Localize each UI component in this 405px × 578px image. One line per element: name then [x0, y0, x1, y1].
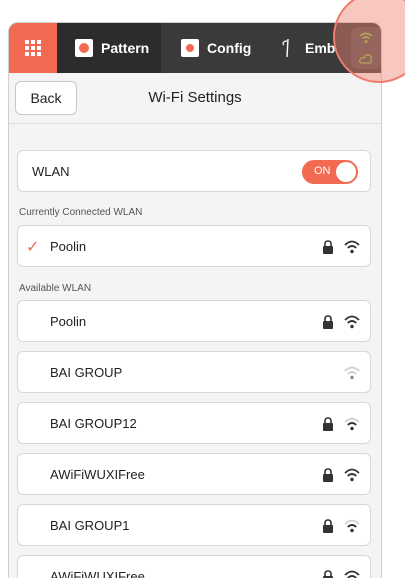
network-row[interactable]: BAI GROUP1 — [17, 504, 371, 546]
checkmark-icon: ✓ — [26, 237, 39, 257]
network-row[interactable]: BAI GROUP — [17, 351, 371, 393]
top-tab-bar: Pattern Config Emb — [9, 23, 381, 73]
page-header: Back Wi-Fi Settings — [9, 73, 381, 124]
home-tab[interactable] — [9, 23, 57, 73]
tab-pattern[interactable]: Pattern — [57, 23, 161, 73]
toggle-knob — [336, 162, 356, 182]
wlan-toggle[interactable]: ON — [302, 160, 358, 184]
wifi-strong-icon — [344, 467, 360, 483]
network-name: Poolin — [50, 314, 86, 329]
tab-config[interactable]: Config — [161, 23, 265, 73]
network-name: Poolin — [50, 239, 86, 254]
network-name: BAI GROUP — [50, 365, 122, 380]
lock-icon — [322, 315, 334, 329]
network-row[interactable]: AWiFiWUXIFree — [17, 555, 371, 578]
network-row[interactable]: BAI GROUP12 — [17, 402, 371, 444]
network-name: BAI GROUP12 — [50, 416, 137, 431]
wifi-medium-icon — [344, 518, 360, 534]
tab-emb-label: Emb — [305, 40, 335, 56]
wifi-strong-icon — [344, 314, 360, 330]
wifi-weak-icon — [344, 365, 360, 381]
wlan-label: WLAN — [32, 164, 70, 179]
network-row[interactable]: Poolin — [17, 300, 371, 342]
grid-icon — [25, 40, 41, 56]
status-highlight-circle — [333, 0, 405, 95]
back-button[interactable]: Back — [15, 81, 77, 115]
wifi-settings-list: WLAN ON Currently Connected WLAN ✓ Pooli… — [9, 124, 381, 578]
wifi-strong-icon — [344, 239, 360, 255]
connected-network-row[interactable]: ✓ Poolin — [17, 225, 371, 267]
network-row[interactable]: AWiFiWUXIFree — [17, 453, 371, 495]
wlan-row: WLAN ON — [17, 150, 371, 192]
config-icon — [181, 39, 199, 57]
lock-icon — [322, 519, 334, 533]
network-name: BAI GROUP1 — [50, 518, 129, 533]
available-section-label: Available WLAN — [19, 283, 91, 294]
device-frame: Pattern Config Emb Back Wi-Fi Setti — [8, 22, 382, 578]
network-name: AWiFiWUXIFree — [50, 467, 145, 482]
tab-config-label: Config — [207, 40, 251, 56]
connected-section-label: Currently Connected WLAN — [19, 207, 142, 218]
lock-icon — [322, 240, 334, 254]
needle-icon — [279, 38, 295, 58]
wifi-medium-icon — [344, 416, 360, 432]
tab-pattern-label: Pattern — [101, 40, 149, 56]
lock-icon — [322, 468, 334, 482]
pattern-icon — [75, 39, 93, 57]
wlan-toggle-label: ON — [314, 165, 331, 177]
lock-icon — [322, 417, 334, 431]
